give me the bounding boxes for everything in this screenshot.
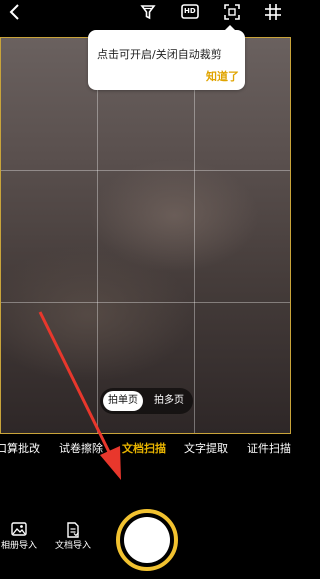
tooltip-caret (225, 25, 235, 30)
mode-id-scan[interactable]: 证件扫描 (247, 440, 291, 456)
filter-icon[interactable] (139, 3, 157, 21)
tooltip-confirm-button[interactable]: 知道了 (206, 68, 239, 84)
back-chevron-icon[interactable] (7, 3, 25, 21)
tooltip-text: 点击可开启/关闭自动裁剪 (97, 48, 222, 61)
hd-label: HD (184, 7, 196, 15)
doc-import-label: 文档导入 (54, 541, 91, 551)
single-page-button[interactable]: 拍单页 (103, 391, 143, 411)
mode-text-extract[interactable]: 文字提取 (184, 440, 228, 456)
top-toolbar: HD (0, 0, 293, 28)
grid-line (97, 38, 98, 433)
grid-line (194, 38, 195, 433)
camera-viewfinder[interactable] (0, 37, 291, 434)
shutter-button[interactable] (116, 509, 178, 571)
mode-document-scan[interactable]: 文档扫描 (122, 440, 166, 456)
auto-crop-icon[interactable] (223, 3, 241, 21)
grid-line (1, 170, 290, 171)
scan-mode-strip: 口算批改 试卷擦除 文档扫描 文字提取 证件扫描 (0, 438, 293, 456)
multi-page-button[interactable]: 拍多页 (148, 391, 190, 411)
document-icon (53, 522, 93, 538)
image-icon (0, 522, 38, 538)
mode-paper-erase[interactable]: 试卷擦除 (59, 440, 103, 456)
page-mode-toggle: 拍单页 拍多页 (100, 388, 193, 414)
bottom-controls: 相册导入 文档导入 (0, 500, 293, 579)
shutter-inner (124, 517, 170, 563)
grid-icon[interactable] (264, 3, 282, 21)
hd-icon[interactable]: HD (179, 3, 201, 21)
album-import-button[interactable]: 相册导入 (0, 522, 38, 551)
mode-oral-calculation[interactable]: 口算批改 (0, 440, 40, 456)
doc-import-button[interactable]: 文档导入 (53, 522, 93, 551)
album-import-label: 相册导入 (0, 541, 37, 551)
grid-line (1, 302, 290, 303)
auto-crop-tooltip: 点击可开启/关闭自动裁剪 知道了 (88, 25, 245, 90)
